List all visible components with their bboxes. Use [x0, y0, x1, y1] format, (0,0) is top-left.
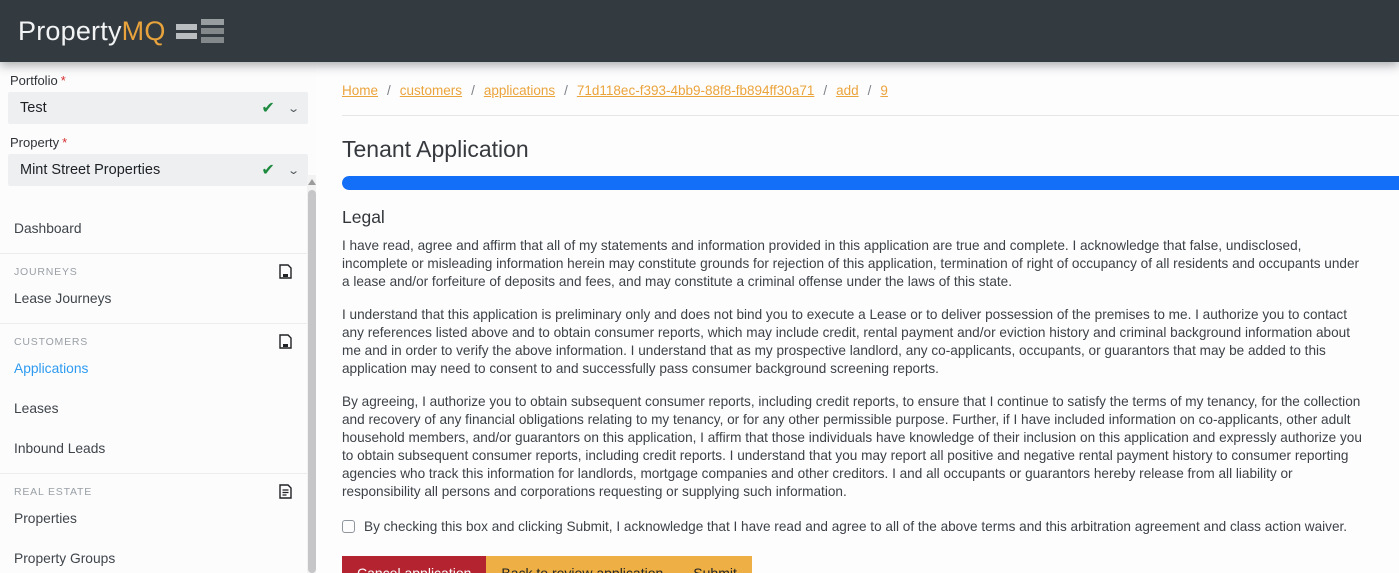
- legal-paragraph-2: I understand that this application is pr…: [342, 306, 1399, 378]
- breadcrumb-separator: /: [823, 83, 827, 98]
- sidebar-section-customers: CUSTOMERS Applications Leases Inbound Le…: [0, 323, 316, 464]
- page-title: Tenant Application: [342, 136, 1399, 163]
- lines-document-icon: [279, 484, 292, 499]
- journal-document-icon: [279, 334, 292, 349]
- portfolio-select-value: Test: [20, 100, 261, 116]
- breadcrumb-separator: /: [868, 83, 872, 98]
- submit-button[interactable]: Submit: [678, 556, 752, 573]
- cancel-application-button[interactable]: Cancel application: [342, 556, 486, 573]
- terms-checkbox-row: By checking this box and clicking Submit…: [342, 519, 1399, 534]
- breadcrumb-applications[interactable]: applications: [484, 83, 555, 98]
- required-asterisk: *: [62, 135, 67, 150]
- legal-paragraph-1: I have read, agree and affirm that all o…: [342, 237, 1399, 291]
- terms-checkbox[interactable]: [342, 520, 355, 533]
- property-label-text: Property: [10, 135, 59, 150]
- sidebar-item-applications[interactable]: Applications: [0, 353, 316, 384]
- section-label-customers: CUSTOMERS: [14, 336, 88, 348]
- app-header: PropertyMQ: [0, 0, 1399, 62]
- sidebar-item-properties[interactable]: Properties: [0, 503, 316, 534]
- logo-text: PropertyMQ: [18, 16, 166, 47]
- legal-paragraph-3: By agreeing, I authorize you to obtain s…: [342, 393, 1399, 501]
- legal-text: I have read, agree and affirm that all o…: [342, 237, 1399, 501]
- sidebar-nav: Dashboard JOURNEYS Lease Journeys CUSTOM…: [0, 199, 316, 573]
- breadcrumb-step[interactable]: 9: [880, 83, 888, 98]
- breadcrumb-home[interactable]: Home: [342, 83, 378, 98]
- breadcrumb-separator: /: [387, 83, 391, 98]
- logo-bars-icon: [176, 19, 224, 43]
- main-content: Home / customers / applications / 71d118…: [316, 62, 1399, 573]
- progress-bar: [342, 176, 1399, 190]
- sidebar-section-journeys: JOURNEYS Lease Journeys: [0, 253, 316, 314]
- action-button-bar: Cancel application Back to review applic…: [342, 556, 1399, 573]
- sidebar-item-leases[interactable]: Leases: [0, 393, 316, 424]
- property-select[interactable]: Mint Street Properties ✔ ⌄: [8, 154, 308, 186]
- back-to-review-button[interactable]: Back to review application: [486, 556, 678, 573]
- chevron-down-icon: ⌄: [287, 164, 300, 177]
- portfolio-label-text: Portfolio: [10, 73, 58, 88]
- required-asterisk: *: [61, 73, 66, 88]
- legal-section-heading: Legal: [342, 207, 1399, 228]
- propertymq-logo: PropertyMQ: [18, 16, 224, 47]
- property-label: Property*: [8, 133, 308, 154]
- breadcrumb-add[interactable]: add: [836, 83, 859, 98]
- breadcrumb-application-id[interactable]: 71d118ec-f393-4bb9-88f8-fb894ff30a71: [577, 83, 814, 98]
- sidebar-scrollbar[interactable]: [307, 175, 316, 573]
- section-label-real-estate: REAL ESTATE: [14, 486, 92, 498]
- section-label-journeys: JOURNEYS: [14, 266, 78, 278]
- sidebar-filters: Portfolio* Test ✔ ⌄ Property* Mint Stree…: [0, 71, 316, 199]
- sidebar-item-property-groups[interactable]: Property Groups: [0, 543, 316, 573]
- sidebar-item-dashboard[interactable]: Dashboard: [0, 213, 316, 244]
- breadcrumb-separator: /: [564, 83, 568, 98]
- breadcrumb: Home / customers / applications / 71d118…: [342, 83, 1399, 98]
- breadcrumb-divider: [342, 115, 1399, 116]
- check-icon: ✔: [261, 160, 274, 180]
- sidebar: Portfolio* Test ✔ ⌄ Property* Mint Stree…: [0, 62, 316, 573]
- check-icon: ✔: [261, 98, 274, 118]
- scrollbar-up-arrow-icon[interactable]: [308, 179, 316, 185]
- portfolio-label: Portfolio*: [8, 71, 308, 92]
- property-select-value: Mint Street Properties: [20, 162, 261, 178]
- portfolio-select[interactable]: Test ✔ ⌄: [8, 92, 308, 124]
- terms-checkbox-label: By checking this box and clicking Submit…: [364, 519, 1347, 534]
- scrollbar-thumb[interactable]: [308, 190, 316, 573]
- breadcrumb-separator: /: [471, 83, 475, 98]
- progress-bar-fill: [342, 176, 1399, 190]
- journal-document-icon: [279, 264, 292, 279]
- breadcrumb-customers[interactable]: customers: [400, 83, 462, 98]
- sidebar-item-inbound-leads[interactable]: Inbound Leads: [0, 433, 316, 464]
- sidebar-section-real-estate: REAL ESTATE Properties Property Groups F…: [0, 473, 316, 573]
- logo-mq: MQ: [122, 16, 166, 46]
- chevron-down-icon: ⌄: [287, 102, 300, 115]
- sidebar-item-lease-journeys[interactable]: Lease Journeys: [0, 283, 316, 314]
- logo-property: Property: [18, 16, 122, 46]
